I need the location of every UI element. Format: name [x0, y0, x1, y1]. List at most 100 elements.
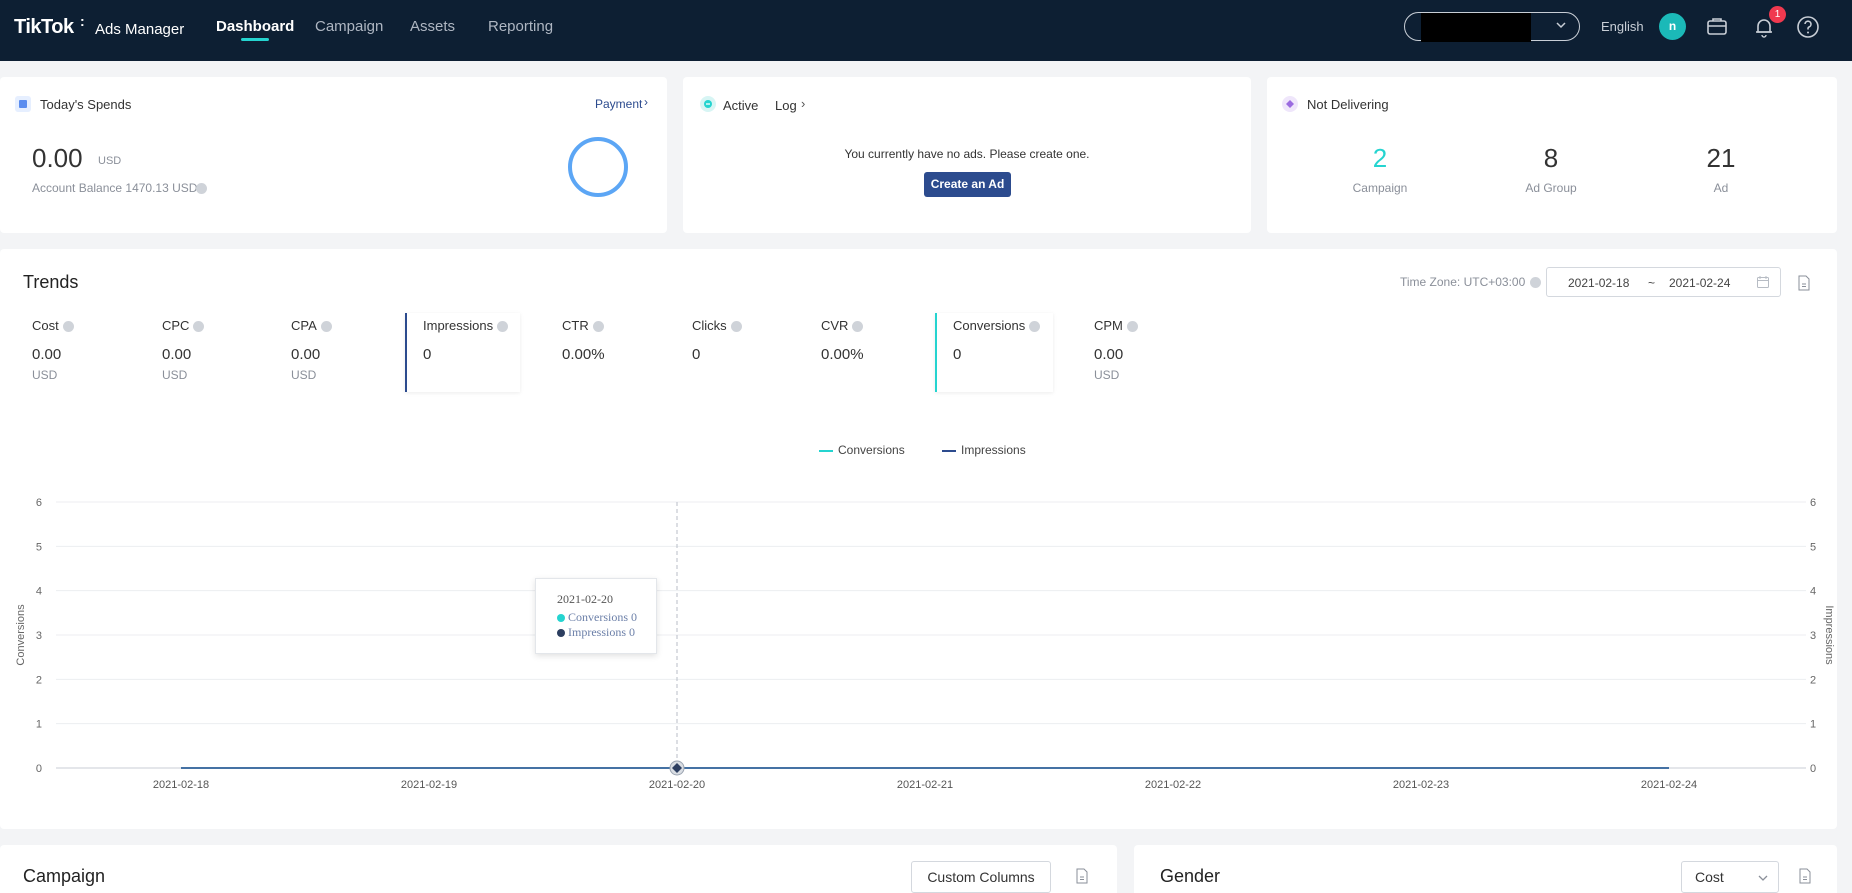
- campaign-panel: Campaign Custom Columns: [0, 845, 1117, 893]
- top-navigation-bar: TikTok : Ads Manager Dashboard Campaign …: [0, 0, 1852, 61]
- chevron-right-icon[interactable]: ›: [801, 96, 805, 111]
- metric-cvr-value: 0.00%: [821, 346, 864, 363]
- info-icon[interactable]: [193, 321, 205, 333]
- info-icon[interactable]: [320, 321, 332, 333]
- info-icon[interactable]: [1126, 321, 1138, 333]
- y-tick-label: 5: [36, 541, 42, 553]
- gender-section-title: Gender: [1160, 866, 1221, 886]
- brand-logo-suffix: Ads Manager: [95, 21, 185, 38]
- gender-panel: Gender Cost: [1134, 845, 1837, 893]
- gender-metric-value: Cost: [1695, 869, 1724, 885]
- tooltip-conversions-row: Conversions 0: [557, 610, 637, 625]
- metric-cpm[interactable]: CPM 0.00 USD: [1094, 318, 1138, 382]
- chevron-down-icon: [1555, 19, 1567, 34]
- metric-clicks-label: Clicks: [692, 318, 727, 333]
- timezone-label: Time Zone: UTC+03:00: [1400, 275, 1526, 289]
- campaign-section-title: Campaign: [23, 866, 106, 886]
- metric-conversions-value: 0: [953, 346, 962, 363]
- nav-assets[interactable]: Assets: [410, 18, 455, 35]
- warning-icon: [1282, 96, 1298, 112]
- metric-impressions[interactable]: Impressions 0: [423, 318, 509, 363]
- nav-active-indicator: [241, 38, 269, 41]
- nav-reporting[interactable]: Reporting: [488, 18, 553, 35]
- legend-conversions-label: Conversions: [838, 443, 905, 457]
- trends-title: Trends: [23, 272, 79, 292]
- metric-impressions-value: 0: [423, 346, 432, 363]
- tooltip-conversions-dot: [557, 614, 565, 623]
- export-icon[interactable]: [1798, 868, 1812, 889]
- metric-cpa[interactable]: CPA 0.00 USD: [291, 318, 332, 382]
- todays-spends-card: Today's Spends Payment › 0.00 USD Accoun…: [0, 77, 667, 233]
- export-icon[interactable]: [1075, 868, 1089, 889]
- language-switch[interactable]: English: [1601, 19, 1644, 34]
- not-delivering-ad-label: Ad: [1713, 181, 1729, 195]
- payment-link[interactable]: Payment: [595, 97, 642, 111]
- tooltip-impressions-text: Impressions 0: [568, 625, 635, 639]
- legend-impressions[interactable]: Impressions: [942, 443, 1026, 457]
- metric-ctr-value: 0.00%: [562, 346, 605, 363]
- custom-columns-button[interactable]: Custom Columns: [911, 861, 1051, 893]
- briefcase-icon[interactable]: [1703, 13, 1731, 41]
- gender-metric-select[interactable]: Cost: [1681, 861, 1779, 893]
- metric-cpc-value: 0.00: [162, 346, 192, 363]
- account-name-redacted: [1421, 13, 1531, 42]
- metric-clicks-value: 0: [692, 346, 701, 363]
- date-range-picker[interactable]: 2021-02-18 ~ 2021-02-24: [1546, 267, 1781, 297]
- info-icon[interactable]: [852, 321, 864, 333]
- x-tick-label: 2021-02-22: [1145, 779, 1201, 791]
- y-tick-label: 3: [36, 630, 42, 642]
- help-icon[interactable]: [1794, 13, 1822, 41]
- metric-cost-value: 0.00: [32, 346, 62, 363]
- create-ad-button[interactable]: Create an Ad: [924, 172, 1011, 197]
- metric-cost-label: Cost: [32, 318, 59, 333]
- not-delivering-ad-count[interactable]: 21: [1671, 143, 1771, 174]
- avatar[interactable]: n: [1659, 13, 1686, 40]
- legend-impressions-label: Impressions: [961, 443, 1026, 457]
- metric-cost[interactable]: Cost 0.00 USD: [32, 318, 74, 382]
- metric-cpa-label: CPA: [291, 318, 317, 333]
- x-tick-label: 2021-02-19: [401, 779, 457, 791]
- account-select[interactable]: [1404, 12, 1580, 42]
- metric-clicks[interactable]: Clicks 0: [692, 318, 742, 363]
- y-tick-label: 6: [36, 497, 42, 509]
- active-ads-card: Active Log › You currently have no ads. …: [683, 77, 1251, 233]
- metric-ctr-label: CTR: [562, 318, 589, 333]
- info-icon[interactable]: [1029, 321, 1041, 333]
- brand-logo[interactable]: TikTok: [14, 16, 74, 39]
- nav-campaign[interactable]: Campaign: [315, 18, 383, 35]
- y2-tick-label: 5: [1810, 541, 1816, 553]
- legend-conversions[interactable]: Conversions: [819, 443, 905, 457]
- wallet-icon: [15, 96, 31, 112]
- tab-active[interactable]: Active: [723, 98, 758, 113]
- chevron-right-icon[interactable]: ›: [644, 95, 648, 109]
- y-tick-label: 0: [36, 763, 42, 775]
- tooltip-impressions-dot: [557, 629, 565, 638]
- y2-tick-label: 3: [1810, 630, 1816, 642]
- metric-conversions[interactable]: Conversions 0: [953, 318, 1041, 363]
- metric-cvr-label: CVR: [821, 318, 849, 333]
- info-icon[interactable]: [62, 321, 74, 333]
- x-tick-label: 2021-02-18: [153, 779, 209, 791]
- metric-cvr[interactable]: CVR 0.00%: [821, 318, 864, 363]
- y2-axis-title: Impressions: [1823, 605, 1835, 665]
- date-end[interactable]: 2021-02-24: [1669, 276, 1730, 290]
- info-icon[interactable]: [730, 321, 742, 333]
- info-icon[interactable]: [497, 321, 509, 333]
- legend-impressions-swatch: [942, 449, 956, 452]
- info-icon[interactable]: [592, 321, 604, 333]
- metric-cpc[interactable]: CPC 0.00 USD: [162, 318, 205, 382]
- metric-cpc-label: CPC: [162, 318, 190, 333]
- info-icon[interactable]: [1530, 277, 1541, 288]
- nav-dashboard[interactable]: Dashboard: [216, 18, 294, 35]
- info-icon[interactable]: [196, 183, 207, 194]
- legend-conversions-swatch: [819, 449, 833, 452]
- tab-log[interactable]: Log: [775, 98, 797, 113]
- y2-tick-label: 2: [1810, 674, 1816, 686]
- not-delivering-campaign-count[interactable]: 2: [1330, 143, 1430, 174]
- not-delivering-ad-group-count[interactable]: 8: [1501, 143, 1601, 174]
- metric-ctr[interactable]: CTR 0.00%: [562, 318, 605, 363]
- date-start[interactable]: 2021-02-18: [1568, 276, 1629, 290]
- tooltip-impressions-row: Impressions 0: [557, 625, 635, 640]
- y2-tick-label: 1: [1810, 719, 1816, 731]
- export-icon[interactable]: [1797, 275, 1811, 296]
